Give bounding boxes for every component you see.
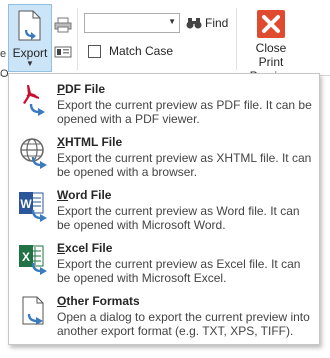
match-case-box[interactable] xyxy=(88,44,101,58)
ribbon-separator xyxy=(77,8,78,70)
menu-item-description: Open a dialog to export the current prev… xyxy=(57,310,310,338)
menu-item-description: Export the current preview as XHTML file… xyxy=(57,151,312,179)
menu-item-title: Word File xyxy=(57,188,111,202)
word-icon: W xyxy=(17,188,53,224)
menu-item-description: Export the current preview as PDF file. … xyxy=(57,98,312,126)
menu-item-excel-file[interactable]: X Excel File Export the current preview … xyxy=(9,237,319,289)
chevron-down-icon[interactable]: ▼ xyxy=(168,17,176,26)
page-setup-icon[interactable] xyxy=(54,44,72,60)
close-icon xyxy=(257,10,285,38)
print-icon[interactable] xyxy=(54,17,72,33)
globe-icon xyxy=(17,135,53,171)
match-case-label: Match Case xyxy=(109,44,174,58)
menu-item-title: XHTML File xyxy=(57,135,122,149)
match-case-checkbox[interactable]: Match Case xyxy=(88,44,173,58)
menu-item-accel: W xyxy=(57,188,69,202)
ribbon-separator xyxy=(236,8,237,70)
menu-item-title: Other Formats xyxy=(57,294,140,308)
menu-item-pdf-file[interactable]: PDF File Export the current preview as P… xyxy=(9,78,319,130)
close-preview-label-line1: Close Print xyxy=(255,41,287,69)
menu-item-other-formats[interactable]: Other Formats Open a dialog to export th… xyxy=(9,290,319,342)
menu-item-description: Export the current preview as Excel file… xyxy=(57,257,301,285)
find-button[interactable]: Find xyxy=(186,13,228,33)
menu-item-accel: E xyxy=(57,241,66,255)
menu-item-accel: P xyxy=(57,82,66,96)
stub-label-1: e xyxy=(0,48,7,60)
export-dropdown-menu: PDF File Export the current preview as P… xyxy=(8,73,320,345)
menu-item-title: PDF File xyxy=(57,82,105,96)
menu-item-title-rest: ord File xyxy=(68,188,112,202)
ribbon: e O Export ▼ ▼ Find Match Case Close Pri… xyxy=(0,0,330,83)
menu-item-word-file[interactable]: W Word File Export the current preview a… xyxy=(9,184,319,236)
close-print-preview-button[interactable]: Close Print Preview xyxy=(242,4,300,83)
search-combo[interactable]: ▼ xyxy=(84,13,180,33)
menu-item-title: Excel File xyxy=(57,241,112,255)
svg-text:W: W xyxy=(20,197,32,211)
svg-text:X: X xyxy=(22,250,30,264)
export-button[interactable]: Export ▼ xyxy=(8,4,52,72)
find-label: Find xyxy=(205,16,229,30)
document-icon xyxy=(17,294,53,330)
menu-item-description: Export the current preview as Word file.… xyxy=(57,204,300,232)
menu-item-accel: X xyxy=(57,135,66,149)
menu-item-accel: O xyxy=(57,294,67,308)
binoculars-icon xyxy=(186,18,202,29)
export-document-icon xyxy=(17,10,43,42)
menu-item-xhtml-file[interactable]: XHTML File Export the current preview as… xyxy=(9,131,319,183)
excel-icon: X xyxy=(17,241,53,277)
menu-item-title-rest: HTML File xyxy=(65,135,123,149)
chevron-down-icon: ▼ xyxy=(26,59,34,68)
export-label: Export xyxy=(12,46,48,60)
menu-item-title-rest: ther Formats xyxy=(66,294,140,308)
ribbon-left-stub: e O xyxy=(0,10,9,80)
menu-item-title-rest: DF File xyxy=(65,82,106,96)
pdf-file-icon xyxy=(17,82,53,118)
menu-item-title-rest: xcel File xyxy=(65,241,113,255)
